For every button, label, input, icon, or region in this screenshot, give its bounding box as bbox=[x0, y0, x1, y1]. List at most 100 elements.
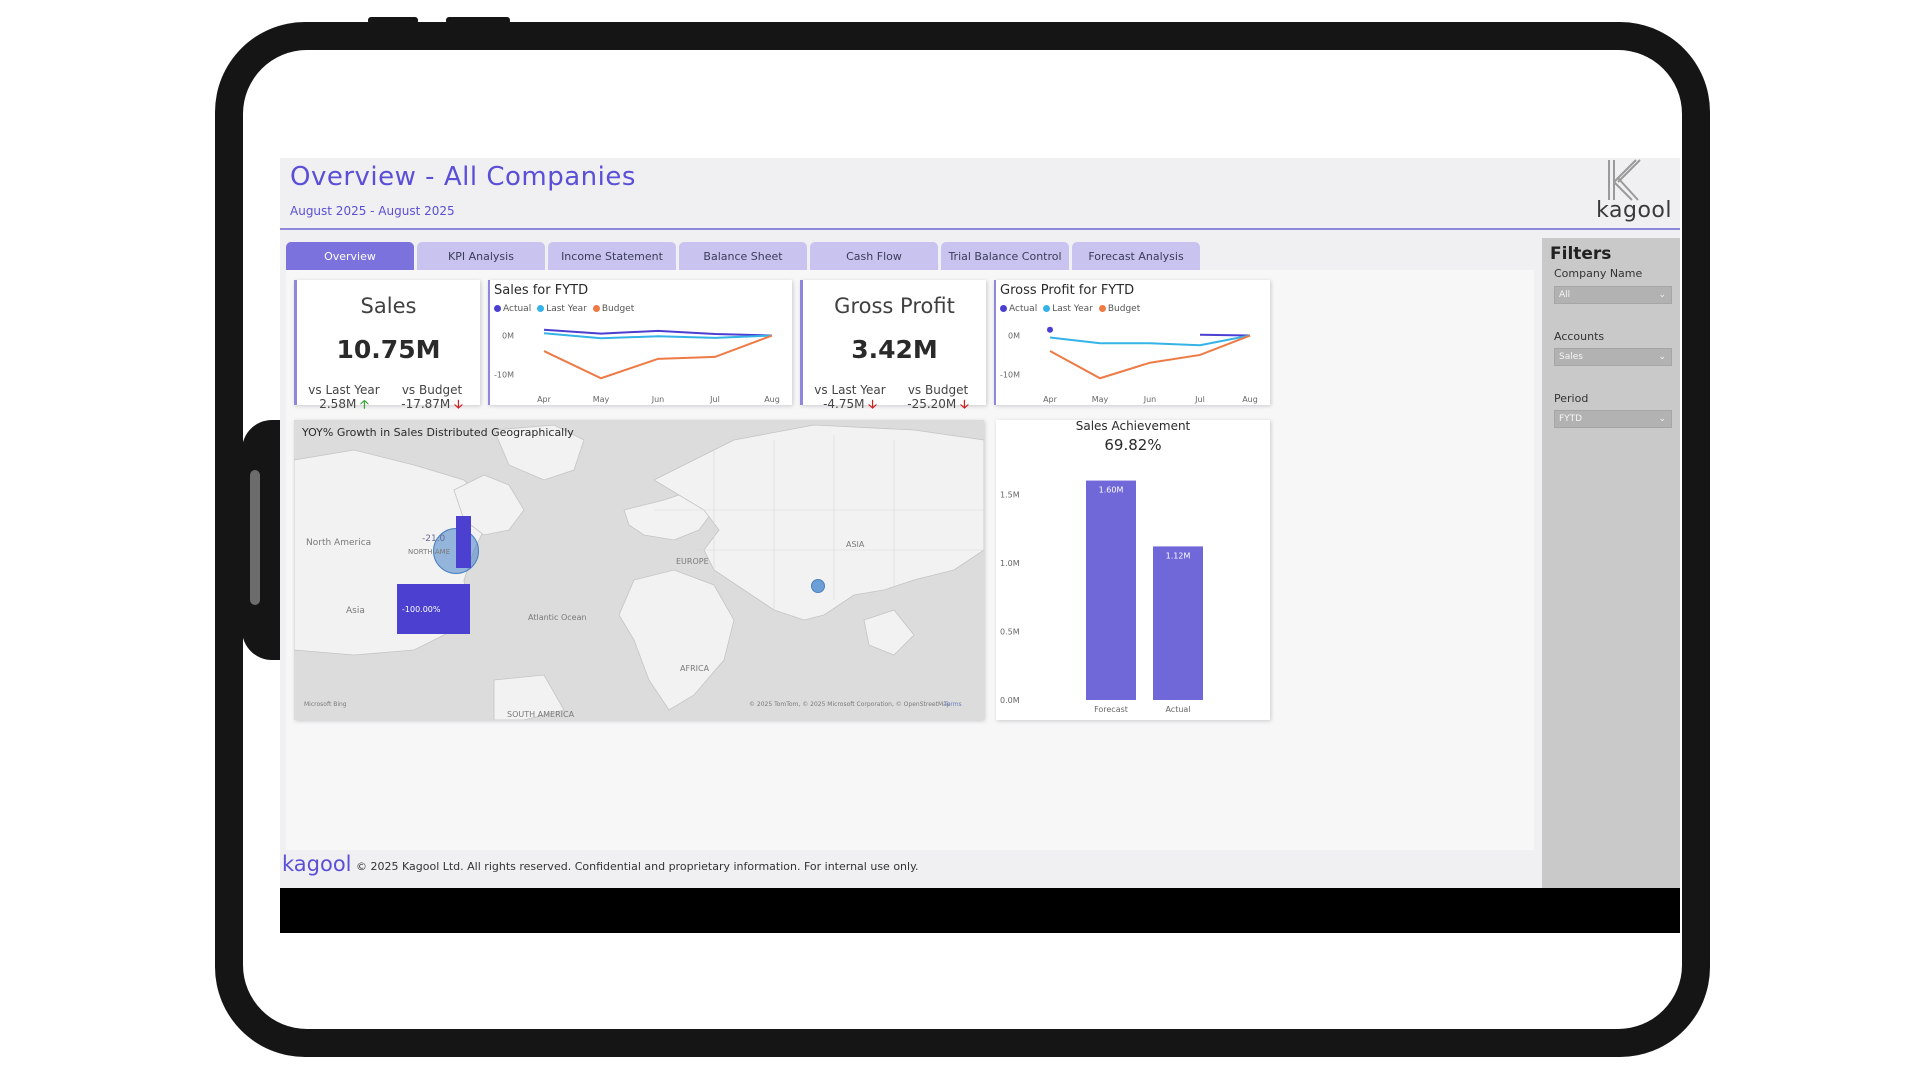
x-tick-label: Actual bbox=[1165, 705, 1190, 714]
sales-vs-last-year-value: 2.58M bbox=[319, 397, 357, 411]
sales-kpi-card[interactable]: Sales 10.75M vs Last Year 2.58M 🡡 vs Bud… bbox=[294, 280, 480, 411]
period-label: Period bbox=[1554, 392, 1589, 405]
y-tick-label: 1.5M bbox=[1000, 490, 1020, 499]
sales-vs-budget: vs Budget -17.87M 🡣 bbox=[387, 383, 477, 411]
tab-cash-flow[interactable]: Cash Flow bbox=[810, 242, 938, 270]
arrow-down-icon: 🡣 bbox=[454, 397, 463, 411]
series-line-actual bbox=[543, 328, 773, 337]
gross-profit-fytd-plot: 0M -10M Apr May Jun Jul Aug bbox=[1000, 326, 1258, 404]
x-tick-label: May bbox=[1092, 395, 1109, 404]
arrow-up-icon: 🡡 bbox=[360, 397, 369, 411]
gross-profit-kpi-title: Gross Profit bbox=[834, 294, 955, 318]
legend-last-year: Last Year bbox=[537, 304, 587, 314]
map-label-asia-growth: -100.00% bbox=[402, 605, 441, 614]
company-name-select[interactable]: All ⌄ bbox=[1554, 286, 1672, 304]
sales-fytd-chart[interactable]: Sales for FYTD Actual Last Year Budget 0… bbox=[488, 280, 792, 405]
x-tick-label: Aug bbox=[764, 395, 780, 404]
x-tick-label: Apr bbox=[1043, 395, 1058, 404]
tab-income-statement[interactable]: Income Statement bbox=[548, 242, 676, 270]
filters-title: Filters bbox=[1550, 244, 1612, 264]
dashboard-header: Overview - All Companies August 2025 - A… bbox=[280, 158, 1680, 230]
tablet-side-bump bbox=[242, 420, 280, 660]
page-subtitle: August 2025 - August 2025 bbox=[290, 204, 455, 218]
x-tick-label: Aug bbox=[1242, 395, 1258, 404]
legend-last-year-dot bbox=[537, 305, 545, 312]
sales-fytd-plot: 0M -10M Apr May Jun Jul Aug bbox=[494, 328, 780, 404]
series-point bbox=[1047, 326, 1053, 333]
map-terms-link[interactable]: Terms bbox=[944, 701, 962, 708]
gross-profit-fytd-chart[interactable]: Gross Profit for FYTD Actual Last Year B… bbox=[994, 280, 1270, 405]
tab-trial-balance-control[interactable]: Trial Balance Control bbox=[941, 242, 1069, 270]
gross-profit-kpi-card[interactable]: Gross Profit 3.42M vs Last Year -4.75M 🡣… bbox=[800, 280, 986, 411]
sales-vs-last-year: vs Last Year 2.58M 🡡 bbox=[299, 383, 389, 411]
y-tick-label: 0M bbox=[502, 332, 514, 341]
map-label-asia: ASIA bbox=[846, 540, 865, 549]
gross-profit-vs-last-year-value: -4.75M bbox=[823, 397, 865, 411]
bar-value-label: 1.12M bbox=[1166, 551, 1191, 560]
legend-last-year-dot bbox=[1043, 305, 1051, 312]
footer-logo: kagool bbox=[282, 852, 352, 876]
company-name-label: Company Name bbox=[1554, 267, 1643, 280]
na-growth-bar[interactable] bbox=[456, 516, 471, 568]
legend-last-year: Last Year bbox=[1043, 304, 1093, 314]
legend-budget-dot bbox=[592, 305, 600, 312]
y-tick-label: 1.0M bbox=[1000, 559, 1020, 568]
gross-profit-vs-budget-value: -25.20M bbox=[907, 397, 957, 411]
map-label-europe: EUROPE bbox=[676, 557, 709, 566]
sales-achievement-chart[interactable]: Sales Achievement 69.82% 1.5M 1.0M 0.5M 0.0M 1… bbox=[996, 420, 1270, 720]
gross-profit-kpi-value: 3.42M bbox=[851, 335, 938, 364]
period-select[interactable]: FYTD ⌄ bbox=[1554, 410, 1672, 428]
asia-location-dot[interactable] bbox=[811, 579, 825, 593]
gross-profit-vs-last-year-label: vs Last Year bbox=[814, 383, 886, 397]
filters-panel: Filters Company Name All ⌄ Accounts Sale… bbox=[1542, 238, 1680, 932]
footer: kagool © 2025 Kagool Ltd. All rights res… bbox=[280, 848, 1540, 878]
bar-value-label: 1.60M bbox=[1099, 486, 1124, 495]
sales-achievement-plot: Sales Achievement 69.82% 1.5M 1.0M 0.5M 0.0M 1… bbox=[1000, 420, 1203, 714]
legend-last-year-label: Last Year bbox=[546, 304, 587, 314]
legend-actual-label: Actual bbox=[503, 304, 532, 314]
map-label-atlantic: Atlantic Ocean bbox=[528, 613, 587, 622]
tablet-side-button bbox=[250, 470, 260, 605]
y-tick-label: -10M bbox=[1000, 370, 1020, 379]
tab-forecast-analysis[interactable]: Forecast Analysis bbox=[1072, 242, 1200, 270]
legend-actual-label: Actual bbox=[1009, 304, 1038, 314]
gross-profit-fytd-chart-title: Gross Profit for FYTD bbox=[1000, 283, 1135, 298]
legend-budget-dot bbox=[1098, 305, 1106, 312]
y-tick-label: 0.0M bbox=[1000, 696, 1020, 705]
legend-actual-dot bbox=[494, 305, 501, 312]
x-tick-label: Apr bbox=[537, 395, 552, 404]
sales-fytd-legend: Actual Last Year Budget bbox=[494, 304, 634, 314]
x-tick-label: Jun bbox=[651, 395, 665, 404]
geo-map[interactable]: YOY% Growth in Sales Distributed Geograp… bbox=[294, 420, 984, 720]
tab-kpi-analysis[interactable]: KPI Analysis bbox=[417, 242, 545, 270]
map-attribution: © 2025 TomTom, © 2025 Microsoft Corporat… bbox=[749, 701, 951, 708]
x-tick-label: Forecast bbox=[1094, 705, 1128, 714]
bar-forecast bbox=[1086, 480, 1136, 700]
gross-profit-fytd-legend: Actual Last Year Budget bbox=[1000, 304, 1140, 314]
map-provider: Microsoft Bing bbox=[304, 701, 347, 708]
company-name-value: All bbox=[1559, 290, 1571, 300]
chevron-down-icon: ⌄ bbox=[1658, 290, 1666, 300]
page-title: Overview - All Companies bbox=[290, 162, 636, 192]
footer-copyright: © 2025 Kagool Ltd. All rights reserved. … bbox=[356, 860, 919, 873]
y-tick-label: 0.5M bbox=[1000, 627, 1020, 636]
series-line-last-year bbox=[1049, 334, 1251, 347]
gross-profit-vs-budget-label: vs Budget bbox=[907, 383, 969, 397]
period-value: FYTD bbox=[1559, 414, 1583, 424]
chevron-down-icon: ⌄ bbox=[1658, 352, 1666, 362]
x-tick-label: Jul bbox=[709, 395, 720, 404]
legend-budget: Budget bbox=[1098, 304, 1140, 314]
kagool-logo-text: kagool bbox=[1596, 198, 1672, 223]
tab-balance-sheet[interactable]: Balance Sheet bbox=[679, 242, 807, 270]
legend-budget: Budget bbox=[592, 304, 634, 314]
tab-overview[interactable]: Overview bbox=[286, 242, 414, 270]
tab-bar: Overview KPI Analysis Income Statement B… bbox=[286, 242, 1200, 270]
gross-profit-vs-last-year: vs Last Year -4.75M 🡣 bbox=[805, 383, 895, 411]
map-title: YOY% Growth in Sales Distributed Geograp… bbox=[302, 426, 574, 439]
chevron-down-icon: ⌄ bbox=[1658, 414, 1666, 424]
world-map-background bbox=[294, 424, 984, 720]
accounts-select[interactable]: Sales ⌄ bbox=[1554, 348, 1672, 366]
map-label-africa: AFRICA bbox=[680, 664, 710, 673]
legend-actual: Actual bbox=[494, 304, 531, 314]
gross-profit-vs-budget: vs Budget -25.20M 🡣 bbox=[893, 383, 983, 411]
